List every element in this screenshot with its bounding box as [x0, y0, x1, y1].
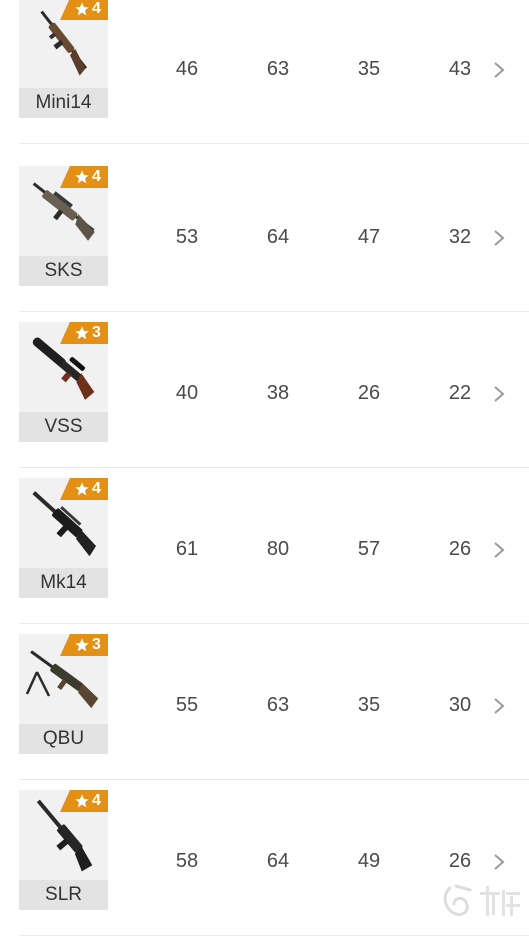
- chevron-right-icon[interactable]: [491, 540, 507, 560]
- star-icon: [75, 326, 89, 340]
- weapon-stat-value: 26: [448, 538, 472, 560]
- weapon-name: VSS: [19, 412, 108, 442]
- weapon-stat-value: 64: [266, 850, 290, 872]
- weapon-row[interactable]: Mini14 4 46 63 35 43: [0, 0, 529, 156]
- star-icon: [75, 482, 89, 496]
- weapon-name: QBU: [19, 724, 108, 754]
- chevron-right-icon[interactable]: [491, 696, 507, 716]
- star-rating-badge: 4: [60, 0, 108, 20]
- weapon-stat-value: 49: [357, 850, 381, 872]
- weapon-stat-value: 58: [175, 850, 199, 872]
- star-icon: [75, 794, 89, 808]
- star-rating-badge: 4: [60, 790, 108, 812]
- star-rating-badge: 4: [60, 166, 108, 188]
- row-divider: [20, 143, 529, 144]
- weapon-thumbnail: Mini14 4: [19, 0, 108, 118]
- chevron-right-icon[interactable]: [491, 228, 507, 248]
- weapon-stat-value: 64: [266, 226, 290, 248]
- weapon-stat-value: 38: [266, 382, 290, 404]
- weapon-stat-value: 46: [175, 58, 199, 80]
- star-icon: [75, 170, 89, 184]
- star-rating-badge: 3: [60, 634, 108, 656]
- star-count: 4: [92, 168, 101, 185]
- weapon-row[interactable]: Mk14 4 61 80 57 26: [0, 468, 529, 624]
- weapon-stat-value: 63: [266, 694, 290, 716]
- weapon-row[interactable]: SKS 4 53 64 47 32: [0, 156, 529, 312]
- weapon-thumbnail: Mk14 4: [19, 478, 108, 598]
- weapon-stat-value: 57: [357, 538, 381, 560]
- weapon-name: SLR: [19, 880, 108, 910]
- weapon-stat-value: 40: [175, 382, 199, 404]
- weapon-thumbnail: VSS 3: [19, 322, 108, 442]
- weapon-stat-value: 35: [357, 694, 381, 716]
- star-count: 3: [92, 636, 101, 653]
- weapon-thumbnail: SKS 4: [19, 166, 108, 286]
- weapon-thumbnail: QBU 3: [19, 634, 108, 754]
- weapon-stat-value: 63: [266, 58, 290, 80]
- weapon-stat-value: 26: [357, 382, 381, 404]
- star-rating-badge: 3: [60, 322, 108, 344]
- chevron-right-icon[interactable]: [491, 852, 507, 872]
- weapon-stat-value: 35: [357, 58, 381, 80]
- weapon-stat-value: 32: [448, 226, 472, 248]
- weapon-stat-value: 80: [266, 538, 290, 560]
- star-icon: [75, 638, 89, 652]
- weapon-stat-value: 30: [448, 694, 472, 716]
- weapon-stat-value: 22: [448, 382, 472, 404]
- weapon-row[interactable]: QBU 3 55 63 35 30: [0, 624, 529, 780]
- weapon-stat-value: 53: [175, 226, 199, 248]
- chevron-right-icon[interactable]: [491, 60, 507, 80]
- star-rating-badge: 4: [60, 478, 108, 500]
- weapon-row[interactable]: VSS 3 40 38 26 22: [0, 312, 529, 468]
- star-count: 4: [92, 480, 101, 497]
- jiuyou-watermark-logo: [443, 884, 520, 916]
- weapon-stat-value: 61: [175, 538, 199, 560]
- star-count: 3: [92, 324, 101, 341]
- star-icon: [75, 2, 89, 16]
- weapon-stat-value: 26: [448, 850, 472, 872]
- weapon-name: SKS: [19, 256, 108, 286]
- weapon-thumbnail: SLR 4: [19, 790, 108, 910]
- weapon-stat-value: 47: [357, 226, 381, 248]
- star-count: 4: [92, 792, 101, 809]
- weapon-stat-value: 43: [448, 58, 472, 80]
- star-count: 4: [92, 0, 101, 17]
- weapon-stat-value: 55: [175, 694, 199, 716]
- chevron-right-icon[interactable]: [491, 384, 507, 404]
- weapon-name: Mini14: [19, 88, 108, 118]
- weapon-name: Mk14: [19, 568, 108, 598]
